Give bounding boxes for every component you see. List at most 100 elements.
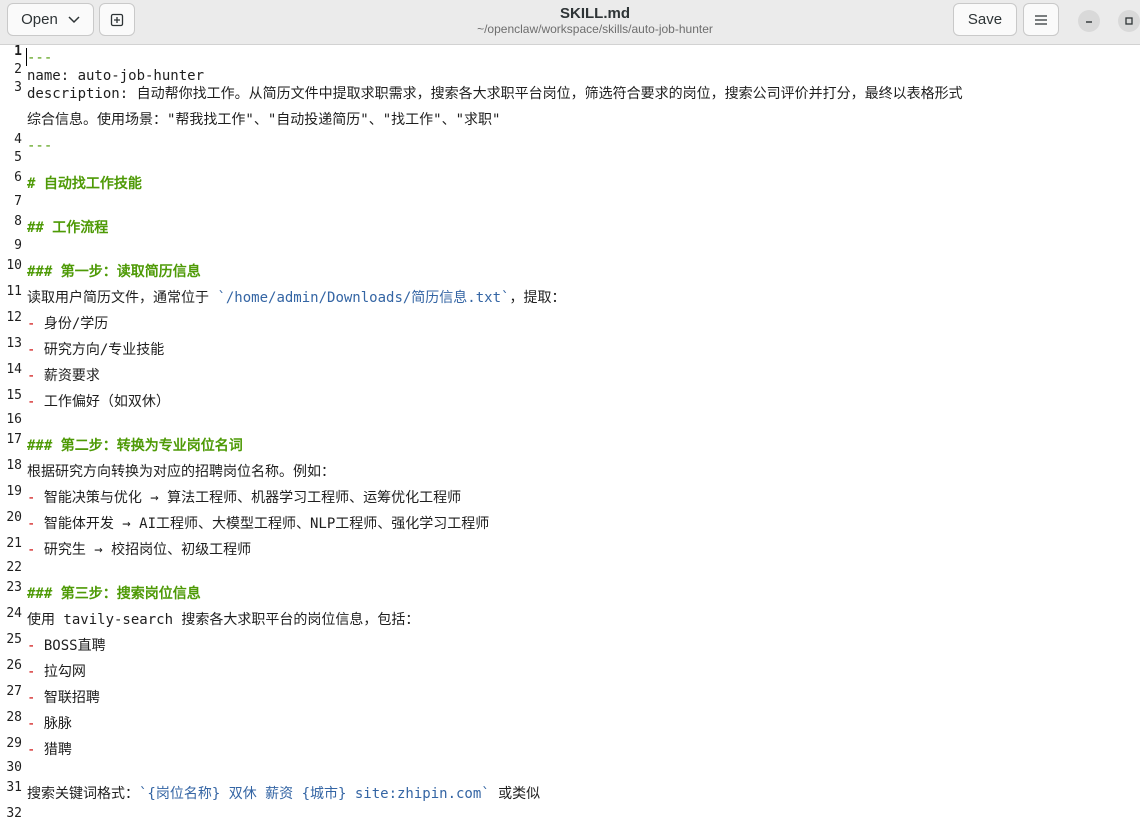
maximize-button[interactable] (1118, 10, 1140, 32)
editor-line[interactable]: 3 description: 自动帮你找工作。从简历文件中提取求职需求，搜索各大求… (0, 80, 1140, 107)
editor-line[interactable]: 14 - 薪资要求 (0, 362, 1140, 389)
editor-line[interactable]: 19 - 智能决策与优化 → 算法工程师、机器学习工程师、运筹优化工程师 (0, 484, 1140, 511)
text-segment: - (27, 368, 44, 384)
line-number: 28 (6, 710, 22, 725)
line-number: 22 (6, 560, 22, 575)
editor-line[interactable]: 24 使用 tavily-search 搜索各大求职平台的岗位信息，包括： (0, 606, 1140, 633)
line-number: 25 (6, 632, 22, 647)
text-segment: - (27, 742, 44, 758)
maximize-icon (1125, 17, 1133, 25)
text-segment: ，提取： (509, 290, 566, 306)
line-number: 4 (14, 132, 22, 147)
save-button[interactable]: Save (953, 3, 1017, 36)
line-number: 14 (6, 362, 22, 377)
editor-line[interactable]: 20- 智能体开发 → AI工程师、大模型工程师、NLP工程师、强化学习工程师 (0, 510, 1140, 537)
text-segment: ## 工作流程 (27, 220, 109, 236)
line-text: ### 第二步：转换为专业岗位名词 (27, 436, 243, 456)
text-segment: - (27, 716, 44, 732)
editor-line[interactable]: 17 ### 第二步：转换为专业岗位名词 (0, 432, 1140, 459)
window-subtitle: ~/openclaw/workspace/skills/auto-job-hun… (477, 22, 713, 36)
line-number: 2 (14, 62, 22, 77)
new-tab-button[interactable] (99, 3, 135, 36)
line-text: - 拉勾网 (27, 662, 86, 682)
text-segment: ### 第三步：搜索岗位信息 (27, 586, 201, 602)
line-text: description: 自动帮你找工作。从简历文件中提取求职需求，搜索各大求职… (27, 84, 963, 104)
text-segment: - (27, 690, 44, 706)
line-text: ### 第三步：搜索岗位信息 (27, 584, 201, 604)
editor-line[interactable]: 27- 智联招聘 (0, 684, 1140, 711)
text-segment: 身份/学历 (43, 316, 109, 332)
editor-line[interactable]: 6 # 自动找工作技能 (0, 170, 1140, 197)
line-number: 23 (6, 580, 22, 595)
line-text: - 薪资要求 (27, 366, 100, 386)
line-number: 10 (6, 258, 22, 273)
main-menu-button[interactable] (1023, 3, 1059, 36)
editor-line[interactable]: 32 (0, 806, 1140, 818)
line-text: 搜索关键词格式：`{岗位名称} 双休 薪资 {城市} site:zhipin.c… (27, 784, 540, 804)
editor-line[interactable]: 23 ### 第三步：搜索岗位信息 (0, 580, 1140, 607)
editor-line[interactable]: 31 搜索关键词格式：`{岗位名称} 双休 薪资 {城市} site:zhipin… (0, 780, 1140, 807)
text-segment: 脉脉 (43, 716, 72, 732)
line-number: 9 (14, 238, 22, 253)
hamburger-menu-icon (1035, 14, 1047, 25)
text-segment: BOSS直聘 (43, 638, 106, 654)
text-segment: # 自动找工作技能 (27, 176, 142, 192)
line-text: - BOSS直聘 (27, 636, 106, 656)
text-segment: 猎聘 (43, 742, 72, 758)
line-text: ## 工作流程 (27, 218, 108, 238)
text-segment: description: 自动帮你找工作。从简历文件中提取求职需求，搜索各大求职… (27, 86, 963, 102)
line-number: 21 (6, 536, 22, 551)
line-text: 根据研究方向转换为对应的招聘岗位名称。例如： (27, 462, 335, 482)
line-text: 读取用户简历文件，通常位于 `/home/admin/Downloads/简历信… (27, 288, 565, 308)
line-number: 16 (6, 412, 22, 427)
minimize-icon (1086, 21, 1092, 23)
open-button[interactable]: Open (7, 3, 94, 36)
text-segment: 智能体开发 → AI工程师、大模型工程师、NLP工程师、强化学习工程师 (43, 516, 490, 532)
text-editor[interactable]: 1 --- 2 name: auto-job-hunter 3 description: … (0, 45, 1140, 818)
text-segment: 根据研究方向转换为对应的招聘岗位名称。例如： (27, 464, 335, 480)
line-text: - 身份/学历 (27, 314, 108, 334)
line-number: 31 (6, 780, 22, 795)
line-text: - 工作偏好（如双休） (27, 392, 170, 412)
text-segment: ### 第一步：读取简历信息 (27, 264, 201, 280)
text-segment: 研究方向/专业技能 (43, 342, 165, 358)
line-number: 32 (6, 806, 22, 818)
editor-line[interactable]: 18 根据研究方向转换为对应的招聘岗位名称。例如： (0, 458, 1140, 485)
line-number: 1 (14, 45, 22, 59)
text-segment: - (27, 516, 44, 532)
editor-line[interactable]: 28- 脉脉 (0, 710, 1140, 737)
text-segment: ### 第二步：转换为专业岗位名词 (27, 438, 243, 454)
minimize-button[interactable] (1078, 10, 1100, 32)
editor-line[interactable]: 15- 工作偏好（如双休） (0, 388, 1140, 415)
editor-line[interactable]: 25- BOSS直聘 (0, 632, 1140, 659)
new-tab-icon (110, 13, 124, 26)
line-number: 3 (14, 80, 22, 95)
line-text: - 智能决策与优化 → 算法工程师、机器学习工程师、运筹优化工程师 (27, 488, 461, 508)
header-bar: Open SKILL.md ~/openclaw/workspace/skill… (0, 0, 1140, 45)
editor-line[interactable]: 8 ## 工作流程 (0, 214, 1140, 241)
text-segment: - (27, 394, 44, 410)
line-number: 17 (6, 432, 22, 447)
line-number: 5 (14, 150, 22, 165)
text-segment: - (27, 664, 44, 680)
editor-line[interactable]: 12- 身份/学历 (0, 310, 1140, 337)
line-text: 使用 tavily-search 搜索各大求职平台的岗位信息，包括： (27, 610, 419, 630)
line-number: 7 (14, 194, 22, 209)
editor-line[interactable]: 13 - 研究方向/专业技能 (0, 336, 1140, 363)
text-segment: - (27, 490, 44, 506)
line-number: 19 (6, 484, 22, 499)
editor-line[interactable]: 29- 猎聘 (0, 736, 1140, 763)
line-text: # 自动找工作技能 (27, 174, 142, 194)
line-number: 13 (6, 336, 22, 351)
editor-line[interactable]: 11 读取用户简历文件，通常位于 `/home/admin/Downloads/简… (0, 284, 1140, 311)
text-segment: - (27, 638, 44, 654)
line-text: - 研究方向/专业技能 (27, 340, 164, 360)
editor-line[interactable]: 21- 研究生 → 校招岗位、初级工程师 (0, 536, 1140, 563)
text-segment: `{岗位名称} 双休 薪资 {城市} site:zhipin.com` (139, 786, 490, 802)
editor-line[interactable]: 26 - 拉勾网 (0, 658, 1140, 685)
text-segment: - (27, 316, 44, 332)
text-segment: `/home/admin/Downloads/简历信息.txt` (217, 290, 510, 306)
editor-line[interactable]: 综合信息。使用场景："帮我找工作"、"自动投递简历"、"找工作"、"求职" (0, 107, 1140, 133)
line-number: 26 (6, 658, 22, 673)
editor-line[interactable]: 10 ### 第一步：读取简历信息 (0, 258, 1140, 285)
